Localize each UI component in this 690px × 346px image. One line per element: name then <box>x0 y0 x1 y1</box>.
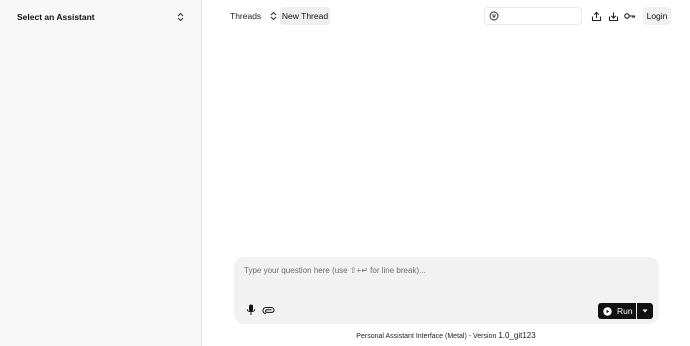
login-button[interactable]: Login <box>643 7 671 25</box>
chevron-up-down-icon <box>176 12 184 22</box>
version-text: 1.0_git123 <box>498 331 536 340</box>
threads-label: Threads <box>230 11 262 21</box>
run-button[interactable]: Run <box>598 303 636 319</box>
share-upload-icon[interactable] <box>589 9 603 23</box>
new-thread-button[interactable]: New Thread <box>280 7 330 25</box>
sidebar: Select an Assistant <box>0 0 202 346</box>
threads-select[interactable]: Threads <box>227 7 280 25</box>
play-circle-icon <box>603 306 612 316</box>
footer-text: Personal Assistant Interface (Metal) - V… <box>356 333 499 340</box>
footer: Personal Assistant Interface (Metal) - V… <box>202 331 690 340</box>
search-input[interactable] <box>502 9 580 23</box>
chevron-up-down-icon <box>269 11 277 21</box>
search-icon <box>489 11 499 21</box>
question-input[interactable] <box>244 266 644 282</box>
assistant-select[interactable]: Select an Assistant <box>10 7 190 26</box>
run-label: Run <box>617 306 633 316</box>
composer: Run <box>234 257 659 324</box>
run-options-dropdown[interactable] <box>637 303 653 319</box>
caret-down-icon <box>642 309 648 313</box>
attach-icon[interactable] <box>262 304 275 316</box>
search-box[interactable] <box>484 7 582 25</box>
assistant-select-label: Select an Assistant <box>17 11 95 22</box>
key-icon[interactable] <box>623 9 637 23</box>
download-icon[interactable] <box>606 9 620 23</box>
topbar: Threads New Thread Login <box>202 0 690 34</box>
microphone-icon[interactable] <box>246 304 256 316</box>
